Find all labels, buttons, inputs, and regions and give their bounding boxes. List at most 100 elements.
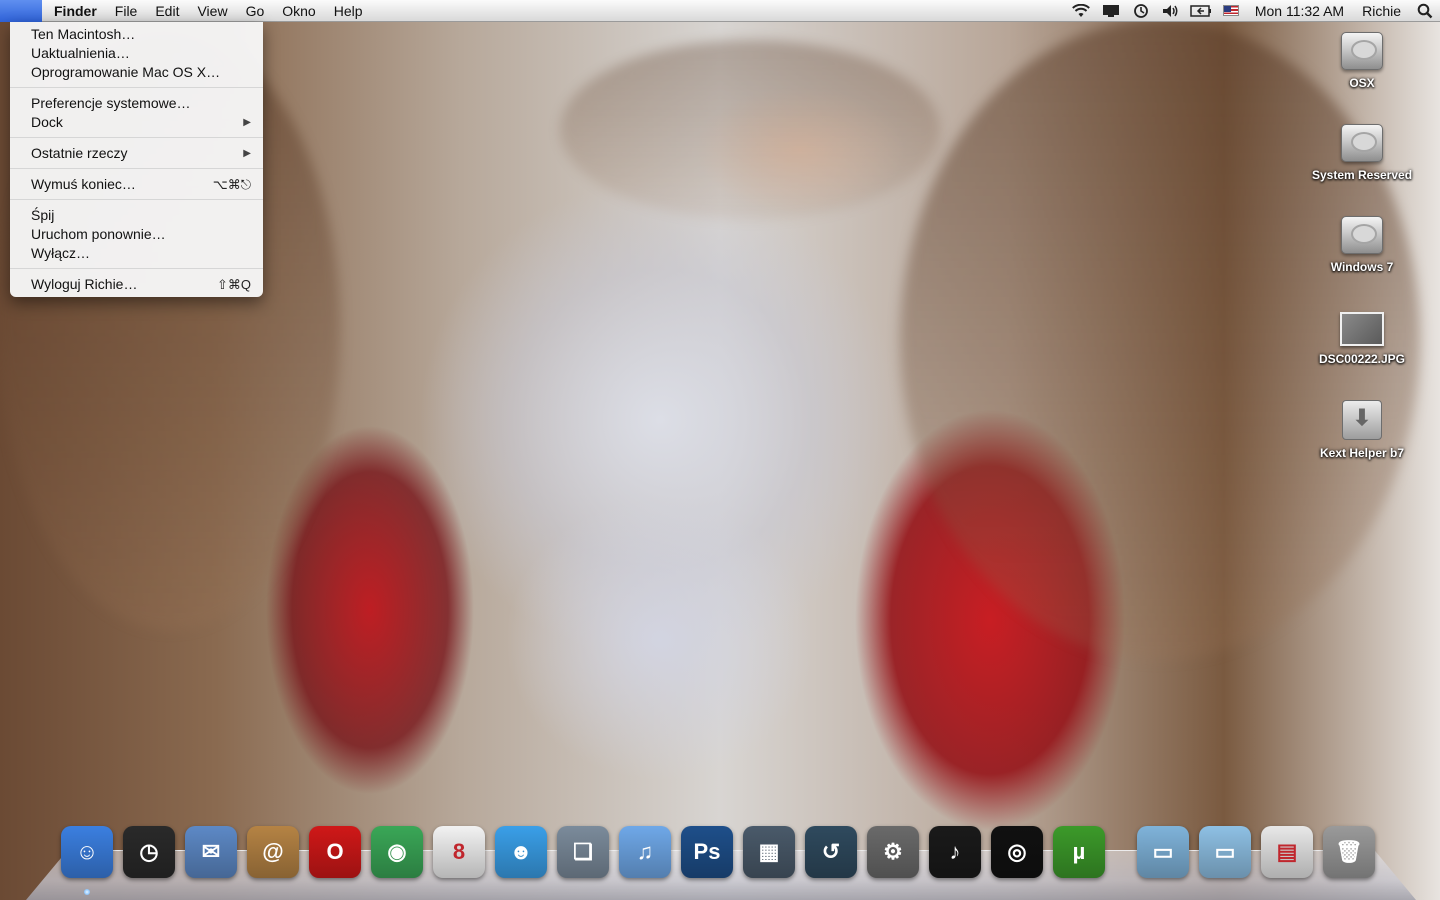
opera-icon: O: [309, 826, 361, 878]
dock-item-folder[interactable]: ▭: [1134, 823, 1192, 881]
dock-item-spaces[interactable]: ▦: [740, 823, 798, 881]
menu-item-label: Wyłącz…: [31, 245, 90, 261]
dock-item-chrome[interactable]: ◉: [368, 823, 426, 881]
menu-item-label: Ten Macintosh…: [31, 26, 136, 42]
menu-separator: [10, 137, 263, 138]
photoshop-icon: Ps: [681, 826, 733, 878]
menu-edit[interactable]: Edit: [146, 0, 188, 22]
menu-item-label: Ostatnie rzeczy: [31, 145, 128, 161]
menu-item-mac-os-x-software[interactable]: Oprogramowanie Mac OS X…: [10, 63, 263, 82]
dock-item-system-preferences[interactable]: ⚙: [864, 823, 922, 881]
dock-item-vinyl[interactable]: ◎: [988, 823, 1046, 881]
menu-help[interactable]: Help: [325, 0, 372, 22]
finder-icon: ☺: [61, 826, 113, 878]
dock-item-mail[interactable]: ✉: [182, 823, 240, 881]
spotlight-icon[interactable]: [1410, 0, 1440, 22]
menu-item-label: Uruchom ponownie…: [31, 226, 166, 242]
running-indicator: [84, 889, 90, 895]
menu-item-label: Preferencje systemowe…: [31, 95, 191, 111]
desktop-icon-label: DSC00222.JPG: [1318, 352, 1406, 366]
menu-item-dock[interactable]: Dock ▶: [10, 113, 263, 132]
menubar-clock[interactable]: Mon 11:32 AM: [1246, 0, 1353, 22]
menu-separator: [10, 268, 263, 269]
menu-item-force-quit[interactable]: Wymuś koniec… ⌥⌘⎋: [10, 175, 263, 194]
desktop-icon-windows-7[interactable]: Windows 7: [1302, 216, 1422, 274]
menu-extras: Mon 11:32 AM Richie: [1066, 0, 1440, 22]
volume-icon[interactable]: [1156, 0, 1186, 22]
menu-item-system-preferences[interactable]: Preferencje systemowe…: [10, 94, 263, 113]
apple-menu-button[interactable]: [0, 0, 42, 22]
desktop-icon-dsc00222[interactable]: DSC00222.JPG: [1302, 308, 1422, 366]
time-machine-icon[interactable]: [1126, 0, 1156, 22]
downloads-stack-icon: ▤: [1261, 826, 1313, 878]
menu-item-label: Oprogramowanie Mac OS X…: [31, 64, 221, 80]
dock-item-address-book[interactable]: @: [244, 823, 302, 881]
apple-menu-dropdown: Ten Macintosh… Uaktualnienia… Oprogramow…: [10, 22, 263, 297]
system-preferences-icon: ⚙: [867, 826, 919, 878]
menu-item-about[interactable]: Ten Macintosh…: [10, 25, 263, 44]
menu-file[interactable]: File: [106, 0, 147, 22]
folder-icon: ▭: [1137, 826, 1189, 878]
display-icon[interactable]: [1096, 0, 1126, 22]
dashboard-icon: ◷: [123, 826, 175, 878]
wifi-icon[interactable]: [1066, 0, 1096, 22]
music-app-icon: ♪: [929, 826, 981, 878]
battery-icon[interactable]: [1186, 0, 1216, 22]
desktop-icon-osx[interactable]: OSX: [1302, 32, 1422, 90]
documents-folder-icon: ▭: [1199, 826, 1251, 878]
dock-item-documents-folder[interactable]: ▭: [1196, 823, 1254, 881]
dock-item-finder[interactable]: ☺: [58, 823, 116, 895]
menu-item-label: Uaktualnienia…: [31, 45, 130, 61]
hard-disk-icon: [1341, 32, 1383, 70]
menu-item-label: Dock: [31, 114, 63, 130]
menu-item-log-out[interactable]: Wyloguj Richie… ⇧⌘Q: [10, 275, 263, 294]
menu-item-restart[interactable]: Uruchom ponownie…: [10, 225, 263, 244]
dock-item-ical[interactable]: 8: [430, 823, 488, 881]
dock-item-music-app[interactable]: ♪: [926, 823, 984, 881]
menu-window[interactable]: Okno: [273, 0, 324, 22]
itunes-icon: ♫: [619, 826, 671, 878]
menu-item-software-update[interactable]: Uaktualnienia…: [10, 44, 263, 63]
submenu-arrow-icon: ▶: [243, 117, 251, 128]
desktop-icon-label: OSX: [1349, 76, 1375, 90]
messenger-icon: ☻: [495, 826, 547, 878]
menu-item-shut-down[interactable]: Wyłącz…: [10, 244, 263, 263]
desktop-icon-label: Kext Helper b7: [1319, 446, 1405, 460]
spaces-icon: ▦: [743, 826, 795, 878]
dock-item-messenger[interactable]: ☻: [492, 823, 550, 881]
menu-item-shortcut: ⌥⌘⎋: [212, 177, 251, 192]
desktop-icon-system-reserved[interactable]: System Reserved: [1302, 124, 1422, 182]
installer-icon: [1342, 400, 1382, 440]
menu-item-recent-items[interactable]: Ostatnie rzeczy ▶: [10, 144, 263, 163]
ical-icon: 8: [433, 826, 485, 878]
menu-item-sleep[interactable]: Śpij: [10, 206, 263, 225]
menu-go[interactable]: Go: [237, 0, 274, 22]
dock-item-downloads-stack[interactable]: ▤: [1258, 823, 1316, 881]
dock-item-iphoto[interactable]: ❏: [554, 823, 612, 881]
desktop-icon-label: Windows 7: [1330, 260, 1394, 274]
image-file-icon: [1340, 312, 1384, 346]
menu-item-shortcut: ⇧⌘Q: [216, 277, 251, 292]
menu-item-label: Wymuś koniec…: [31, 176, 136, 192]
utorrent-icon: µ: [1053, 826, 1105, 878]
dock-item-opera[interactable]: O: [306, 823, 364, 881]
submenu-arrow-icon: ▶: [243, 148, 251, 159]
dock-item-time-machine[interactable]: ↺: [802, 823, 860, 881]
menu-separator: [10, 87, 263, 88]
dock-item-dashboard[interactable]: ◷: [120, 823, 178, 881]
desktop-icon-kext-helper[interactable]: Kext Helper b7: [1302, 400, 1422, 460]
us-flag-icon[interactable]: [1216, 0, 1246, 22]
trash-icon: 🗑: [1323, 826, 1375, 878]
menubar-user[interactable]: Richie: [1353, 0, 1410, 22]
dock-item-itunes[interactable]: ♫: [616, 823, 674, 881]
menu-item-label: Śpij: [31, 207, 55, 223]
menu-view[interactable]: View: [188, 0, 236, 22]
dock-item-photoshop[interactable]: Ps: [678, 823, 736, 881]
menu-separator: [10, 168, 263, 169]
hard-disk-icon: [1341, 124, 1383, 162]
dock-item-trash[interactable]: 🗑: [1320, 823, 1378, 881]
hard-disk-icon: [1341, 216, 1383, 254]
desktop-icon-label: System Reserved: [1311, 168, 1413, 182]
menu-app-name[interactable]: Finder: [42, 0, 106, 22]
dock-item-utorrent[interactable]: µ: [1050, 823, 1108, 881]
